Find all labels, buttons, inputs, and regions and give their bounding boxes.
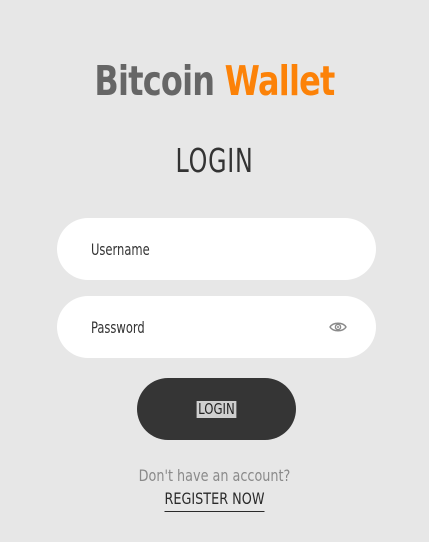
login-button-label: LOGIN [196,399,237,418]
brand-title-part2: Wallet [224,57,336,105]
register-link-container: REGISTER NOW [0,489,429,512]
login-page: Bitcoin Wallet LOGIN LOGIN Don't have an… [0,0,429,542]
brand-title: Bitcoin Wallet [47,56,382,106]
login-button[interactable]: LOGIN [137,378,296,440]
register-now-link[interactable]: REGISTER NOW [164,489,265,512]
brand-title-part1: Bitcoin [94,57,215,105]
username-field-container [57,218,376,280]
username-input[interactable] [91,218,331,280]
password-field-container [57,296,376,358]
password-input[interactable] [91,296,331,358]
eye-icon[interactable] [328,318,348,336]
login-heading: LOGIN [175,141,254,180]
no-account-prompt: Don't have an account? [138,466,291,485]
